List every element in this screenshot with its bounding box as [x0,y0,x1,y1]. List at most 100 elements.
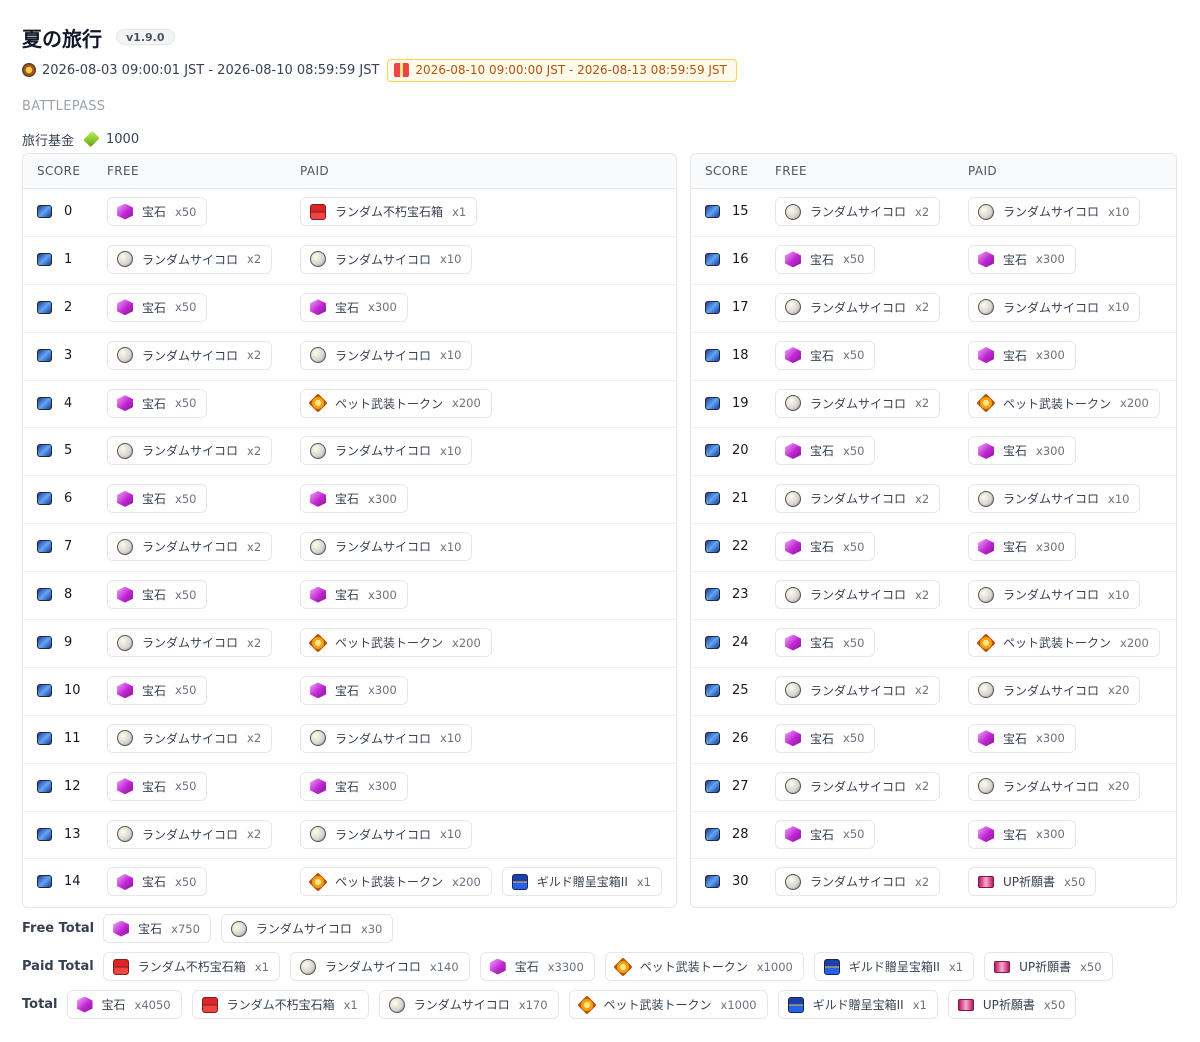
free-rewards: ランダムサイコロ x2 [107,340,273,370]
score-cell: 23 [705,587,749,602]
reward-name: 宝石 [810,252,835,267]
reward-quantity: x200 [452,635,481,650]
free-rewards: 宝石 x50 [107,771,208,801]
reward-name: 宝石 [142,300,167,315]
reward-quantity: x50 [175,587,197,602]
totals-items: ランダム不朽宝石箱 x1 ランダムサイコロ x140 宝石 x3300 ペット武装トークン x… [102,952,1113,981]
reward-name: ランダムサイコロ [810,205,907,219]
reward-item: ペット武装トークン x200 [968,628,1160,658]
reward-name: ランダムサイコロ [142,252,239,267]
reward-quantity: x50 [175,874,197,889]
gem-icon [785,826,801,843]
reward-name: ペット武装トークン [335,396,444,411]
reward-quantity: x50 [175,204,197,219]
column-free: FREE [775,164,808,178]
blue-chest-icon [511,873,528,890]
reward-name: 宝石 [1003,827,1028,842]
ticket-icon [994,960,1011,973]
reward-quantity: x2 [247,252,262,267]
reward-name: 宝石 [142,875,167,890]
table-row: 14 宝石 x50 ペット武装トークン x200 ギルド贈呈宝箱II x1 [23,859,676,907]
paid-rewards: ランダムサイコロ x10 [968,484,1141,514]
date-row: 2026-08-03 09:00:01 JST - 2026-08-10 08:… [22,58,737,82]
totals-row: Total 宝石 x4050 ランダム不朽宝石箱 x1 ランダムサイコロ x170 ペット武装… [22,989,1113,1020]
dice-icon [310,538,326,555]
score-ticket-icon [705,252,720,266]
score-value: 26 [732,730,749,746]
reward-name: ギルド贈呈宝箱II [536,875,628,890]
dice-icon [978,299,994,316]
reward-item: ギルド贈呈宝箱II x1 [777,990,938,1019]
reward-name: ランダムサイコロ [413,998,510,1012]
table-row: 8 宝石 x50 宝石 x300 [23,572,676,621]
pet-token-icon [308,632,328,653]
pet-token-icon [308,872,328,892]
reward-item: ランダムサイコロ x20 [968,771,1141,801]
dice-icon [117,347,133,364]
dice-icon [230,920,247,937]
totals-label: Free Total [22,921,95,936]
reward-item: 宝石 x300 [300,484,408,514]
gem-icon [310,586,326,603]
reward-quantity: x20 [1108,779,1130,794]
score-ticket-icon [705,492,720,506]
reward-item: ランダムサイコロ x2 [107,532,273,562]
reward-name: ペット武装トークン [335,875,444,890]
score-value: 11 [64,730,81,746]
reward-item: 宝石 x50 [107,484,208,514]
score-cell: 0 [37,204,72,219]
reward-item: ペット武装トークン x200 [300,388,492,418]
score-ticket-icon [705,636,720,650]
score-ticket-icon [37,875,52,889]
column-score: SCORE [37,164,81,178]
score-ticket-icon [705,779,720,793]
reward-item: ランダムサイコロ x2 [107,340,273,370]
reward-quantity: x10 [440,731,462,746]
reward-name: ランダムサイコロ [335,252,432,267]
paid-rewards: ランダムサイコロ x10 [968,197,1141,226]
score-cell: 9 [37,635,72,650]
free-rewards: 宝石 x50 [775,532,876,562]
dice-icon [310,442,326,459]
reward-name: UP祈願書 [1003,875,1056,890]
reward-quantity: x2 [915,204,930,219]
pet-token-icon [308,393,328,413]
reward-quantity: x50 [175,491,197,506]
score-cell: 6 [37,491,72,506]
score-cell: 13 [37,827,81,842]
reward-name: 宝石 [335,683,360,698]
reward-item: ランダムサイコロ x2 [775,867,941,897]
gem-icon [310,299,326,316]
reward-item: ランダムサイコロ x10 [300,819,473,849]
reward-item: 宝石 x300 [300,292,408,322]
score-value: 17 [732,299,749,315]
reward-item: 宝石 x50 [775,436,876,466]
paid-rewards: 宝石 x300 [968,340,1076,370]
reward-name: ランダムサイコロ [810,683,907,698]
version-badge: v1.9.0 [116,29,175,45]
reward-quantity: x50 [1080,959,1102,974]
totals-label: Total [22,997,58,1012]
score-ticket-icon [705,205,720,218]
gem-icon [113,920,130,937]
free-rewards: 宝石 x50 [107,580,208,610]
totals-items: 宝石 x4050 ランダム不朽宝石箱 x1 ランダムサイコロ x170 ペット武装トークン x… [66,990,1077,1019]
dice-icon [785,203,801,220]
table-row: 25 ランダムサイコロ x2 ランダムサイコロ x20 [691,668,1176,716]
table-row: 1 ランダムサイコロ x2 ランダムサイコロ x10 [23,237,676,285]
score-ticket-icon [705,396,720,410]
reward-name: ランダムサイコロ [1003,205,1100,219]
paid-rewards: ランダムサイコロ x10 [300,723,473,753]
dice-icon [785,682,801,699]
table-row: 28 宝石 x50 宝石 x300 [691,812,1176,860]
score-cell: 21 [705,491,749,506]
score-ticket-icon [37,348,52,362]
reward-item: ランダム不朽宝石箱 x1 [102,952,280,981]
score-cell: 27 [705,779,749,794]
free-rewards: 宝石 x50 [775,244,876,274]
dice-icon [785,778,801,795]
paid-rewards: ランダムサイコロ x10 [300,819,473,849]
reward-quantity: x1 [948,959,964,974]
dice-icon [310,826,326,843]
column-free: FREE [107,164,140,178]
